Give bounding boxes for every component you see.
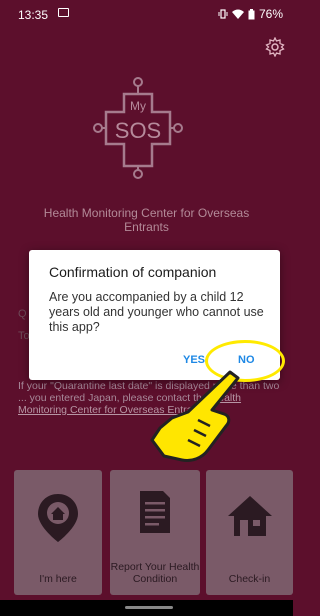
im-here-tile[interactable]: I'm here [14, 470, 102, 595]
house-icon [228, 496, 272, 536]
dialog-message: Are you accompanied by a child 12 years … [49, 290, 264, 334]
im-here-label: I'm here [39, 573, 77, 585]
location-pin-icon [38, 494, 78, 542]
status-time: 13:35 [18, 8, 49, 22]
mysos-logo: My SOS [93, 77, 183, 179]
system-nav-bar [0, 600, 293, 616]
cast-icon [58, 8, 69, 17]
check-in-tile[interactable]: Check-in [206, 470, 293, 595]
settings-gear-icon[interactable] [265, 36, 285, 58]
bg-quarantine-label: Q [18, 308, 27, 320]
dialog-title: Confirmation of companion [49, 264, 217, 280]
logo-my-text: My [130, 99, 146, 113]
status-icons: 76% [218, 7, 283, 21]
wifi-icon [231, 9, 244, 19]
report-health-tile[interactable]: Report Your Health Condition [110, 470, 200, 595]
check-in-label: Check-in [228, 573, 271, 585]
vibrate-icon [218, 9, 228, 19]
document-icon [140, 491, 170, 533]
report-health-label: Report Your Health Condition [110, 561, 200, 585]
home-indicator[interactable] [125, 606, 173, 609]
pointing-hand-icon [150, 370, 240, 462]
logo-sos-text: SOS [115, 118, 161, 143]
status-bar: 13:35 76% [0, 0, 293, 30]
action-tiles: I'm here Report Your Health Condition Ch… [0, 470, 293, 600]
battery-icon [248, 8, 255, 19]
yes-button[interactable]: YES [183, 354, 205, 366]
battery-percent: 76% [258, 7, 283, 21]
center-name: Health Monitoring Center for Overseas En… [43, 206, 250, 234]
bg-today-label: To [18, 330, 30, 342]
